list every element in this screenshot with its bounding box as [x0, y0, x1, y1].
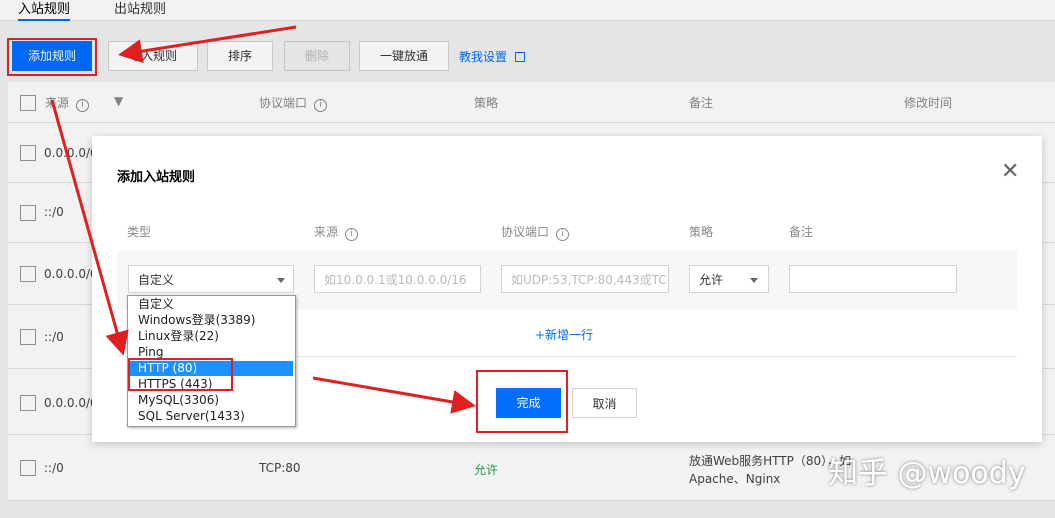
watermark: 知乎 @woody [828, 456, 1026, 491]
arrow-to-add-rule [118, 25, 297, 64]
arrow-to-dropdown [50, 99, 129, 356]
annotation-arrows [50, 25, 476, 414]
arrow-to-done [312, 376, 476, 414]
